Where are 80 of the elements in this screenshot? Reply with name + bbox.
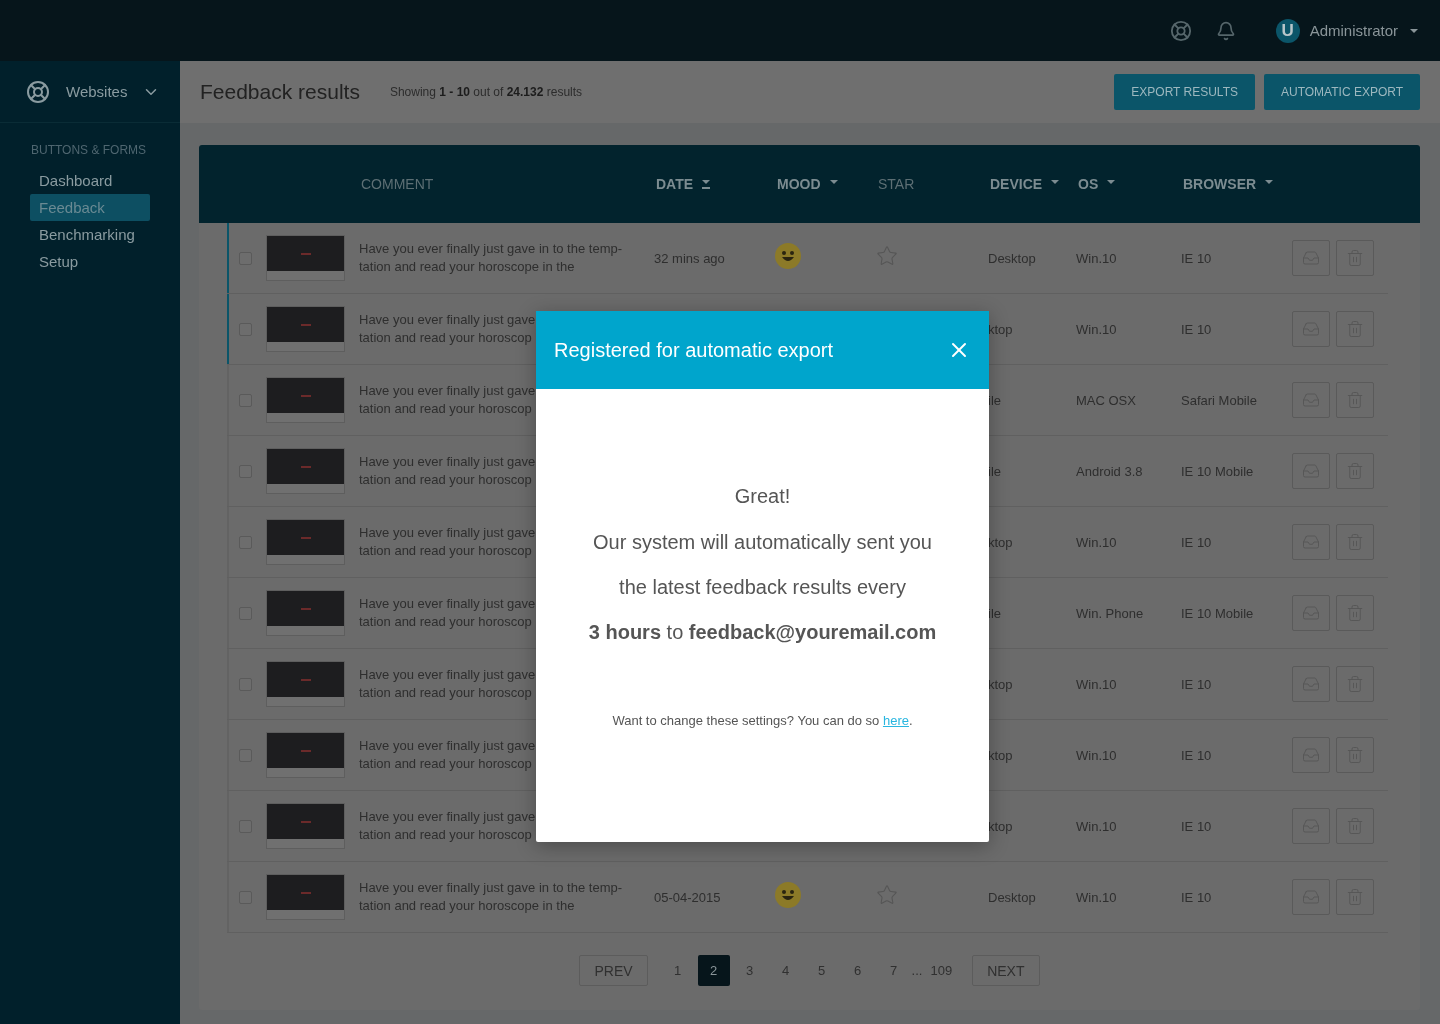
column-header[interactable]: BROWSER: [1183, 176, 1257, 192]
browser-text: IE 10: [1181, 818, 1213, 834]
os-text: Android 3.8: [1076, 463, 1144, 479]
websites-logo-icon: [26, 79, 50, 104]
page-title: Feedback results: [200, 80, 360, 104]
os-text: Win. Phone: [1076, 605, 1145, 621]
date-text: 05-04-2015: [654, 890, 721, 905]
device-text: ile: [988, 392, 1002, 408]
os-text: MAC OSX: [1076, 392, 1137, 408]
browser-text: IE 10: [1181, 321, 1213, 337]
prev-button[interactable]: PREV: [579, 955, 648, 986]
page-link[interactable]: 5: [805, 955, 838, 986]
os-text: Win.10: [1076, 250, 1118, 266]
comment-text: Have you ever finally just gave tation and read your horoscop: [359, 382, 536, 418]
sidebar-item[interactable]: Benchmarking: [30, 221, 150, 248]
sidebar-item[interactable]: Dashboard: [30, 167, 150, 194]
column-header[interactable]: DATE: [656, 176, 694, 192]
sidebar-item[interactable]: Setup: [30, 248, 150, 275]
column-header: COMMENT: [361, 176, 434, 192]
browser-text: IE 10: [1181, 676, 1213, 692]
device-text: ile: [988, 463, 1002, 479]
device-text: ile: [988, 605, 1002, 621]
os-text: Win.10: [1076, 889, 1118, 905]
page-link[interactable]: 4: [769, 955, 802, 986]
results-summary: Showing 1 - 10 out of 24.132 results: [389, 85, 584, 99]
dialog-heading: Great!: [734, 485, 791, 508]
comment-text: Have you ever finally just gave tation and read your horoscop: [359, 311, 536, 347]
page-link[interactable]: 2: [697, 955, 730, 986]
os-text: Win.10: [1076, 676, 1118, 692]
browser-text: Safari Mobile: [1181, 392, 1258, 408]
pagination-ellipsis: ...: [911, 963, 923, 978]
column-header: STAR: [878, 176, 915, 192]
page-link[interactable]: 1: [661, 955, 694, 986]
page-link[interactable]: 6: [841, 955, 874, 986]
os-text: Win.10: [1076, 321, 1118, 337]
column-header[interactable]: DEVICE: [990, 176, 1043, 192]
device-text: ktop: [988, 321, 1014, 337]
comment-text: Have you ever finally just gave tation and read your horoscop: [359, 808, 536, 844]
dialog-message: Our system will automatically sent you the latest feedback results every 3 hours to feedback@youremail.com: [588, 530, 937, 645]
sidebar-section-title: BUTTONS & FORMS: [30, 142, 148, 159]
device-text: ktop: [988, 534, 1014, 550]
sort-caret-icon[interactable]: [702, 179, 711, 189]
page-link[interactable]: 3: [733, 955, 766, 986]
browser-text: IE 10 Mobile: [1181, 463, 1255, 479]
date-text: 32 mins ago: [654, 251, 725, 266]
device-text: Desktop: [988, 250, 1037, 266]
caret-icon[interactable]: [1410, 28, 1418, 33]
help-icon[interactable]: [1169, 19, 1192, 42]
device-text: ktop: [988, 676, 1014, 692]
browser-text: IE 10: [1181, 889, 1213, 905]
user-name[interactable]: Administrator: [1309, 22, 1398, 39]
settings-link[interactable]: here: [882, 713, 909, 728]
os-text: Win.10: [1076, 534, 1118, 550]
page-link[interactable]: 7: [877, 955, 910, 986]
browser-text: IE 10: [1181, 534, 1213, 550]
comment-text: Have you ever finally just gave tation and read your horoscop: [359, 524, 536, 560]
column-header[interactable]: OS: [1078, 176, 1099, 192]
dialog-title: Registered for automatic export: [554, 338, 834, 362]
user-avatar[interactable]: U: [1275, 18, 1300, 43]
bell-icon[interactable]: [1215, 20, 1236, 41]
os-text: Win.10: [1076, 747, 1118, 763]
sidebar-item[interactable]: Feedback: [30, 194, 150, 221]
device-text: ktop: [988, 818, 1014, 834]
export-button[interactable]: EXPORT RESULTS: [1114, 74, 1255, 110]
export-button[interactable]: AUTOMATIC EXPORT: [1264, 74, 1420, 110]
device-text: ktop: [988, 747, 1014, 763]
browser-text: IE 10 Mobile: [1181, 605, 1255, 621]
os-text: Win.10: [1076, 818, 1118, 834]
browser-text: IE 10: [1181, 747, 1213, 763]
comment-text: Have you ever finally just gave tation and read your horoscop: [359, 453, 536, 489]
settings-note: Want to change these settings? You can do so here.: [612, 713, 913, 728]
website-switcher[interactable]: Websites: [66, 83, 142, 100]
comment-text: Have you ever finally just gave tation and read your horoscop: [359, 666, 536, 702]
device-text: Desktop: [988, 889, 1037, 905]
browser-text: IE 10: [1181, 250, 1213, 266]
comment-text: Have you ever finally just gave tation and read your horoscop: [359, 595, 536, 631]
page-link[interactable]: 109: [924, 955, 959, 986]
next-button[interactable]: NEXT: [972, 955, 1040, 986]
comment-text: Have you ever finally just gave tation and read your horoscop: [359, 737, 536, 773]
column-header[interactable]: MOOD: [777, 176, 821, 192]
